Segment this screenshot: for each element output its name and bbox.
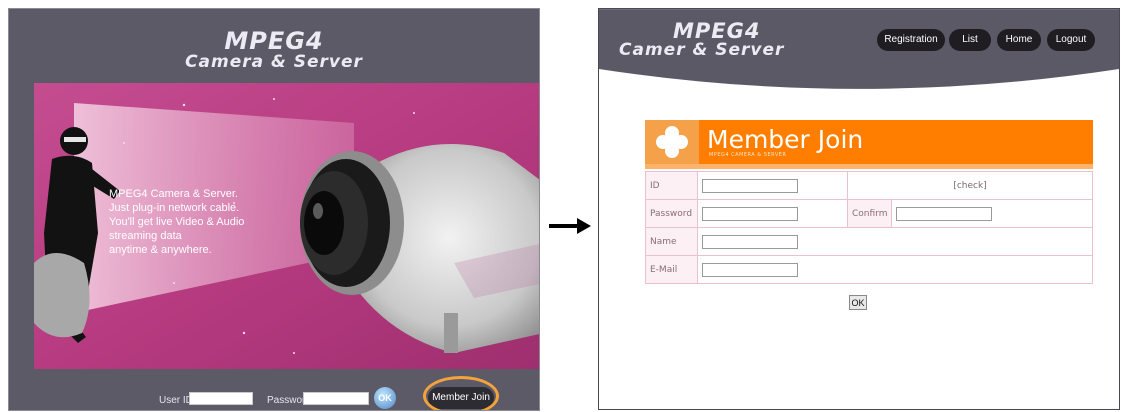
nav-home[interactable]: Home <box>997 29 1041 51</box>
form-row-id: ID [check] <box>645 171 1093 200</box>
tagline-line: anytime & anywhere. <box>109 244 212 256</box>
password-label: Password <box>645 199 698 228</box>
nav-registration[interactable]: Registration <box>877 29 945 51</box>
logo-line2: Camera & Server <box>185 52 363 72</box>
right-arrow-icon <box>549 218 591 234</box>
name-label: Name <box>645 227 698 256</box>
id-input[interactable] <box>702 178 798 193</box>
login-screen: MPEG4 Camera & Server MPEG4 Camera & Ser… <box>8 8 540 411</box>
app-logo: MPEG4 Camera & Server <box>9 29 539 71</box>
nav-logout[interactable]: Logout <box>1047 29 1095 51</box>
form-row-name: Name <box>645 227 1093 256</box>
user-id-input[interactable] <box>189 392 253 405</box>
member-join-banner: Member Join MPEG4 CAMERA & SERVER <box>645 120 1093 169</box>
banner-title: Member Join <box>707 125 864 154</box>
login-ok-button[interactable]: OK <box>374 387 396 409</box>
email-input[interactable] <box>702 262 798 277</box>
name-input[interactable] <box>702 234 798 249</box>
id-label: ID <box>645 171 698 200</box>
hero-banner: MPEG4 Camera & Server. Just plug-in netw… <box>34 83 539 369</box>
member-join-form: ID [check] Password Confirm Name E-Mail <box>645 171 1093 284</box>
tagline-line: Just plug-in network cable. <box>109 202 240 214</box>
banner-icon-box <box>645 120 699 164</box>
confirm-label: Confirm <box>846 199 893 228</box>
submit-ok-button[interactable]: OK <box>849 295 867 310</box>
tagline-line: You'll get live Video & Audio <box>109 216 245 228</box>
password-input[interactable] <box>702 206 798 221</box>
logo-line2: Camer & Server <box>619 40 785 60</box>
highlight-circle <box>423 376 499 410</box>
form-row-email: E-Mail <box>645 255 1093 284</box>
check-id-link[interactable]: [check] <box>847 171 1093 200</box>
logo-line1: MPEG4 <box>673 19 761 43</box>
member-join-screen: MPEG4 Camer & Server Registration List H… <box>598 8 1120 410</box>
hero-tagline: MPEG4 Camera & Server. Just plug-in netw… <box>109 187 244 257</box>
user-id-label: User ID <box>159 395 193 406</box>
plus-flower-icon <box>656 126 688 158</box>
nav-list[interactable]: List <box>949 29 991 51</box>
app-logo: MPEG4 Camer & Server <box>619 19 819 60</box>
tagline-line: MPEG4 Camera & Server. <box>109 188 238 200</box>
confirm-password-input[interactable] <box>896 206 993 221</box>
login-bar: User ID Password OK Member Join <box>9 376 539 410</box>
password-input[interactable] <box>303 392 369 405</box>
email-label: E-Mail <box>645 255 698 284</box>
banner-stripe <box>645 164 1093 169</box>
form-row-password: Password Confirm <box>645 199 1093 228</box>
banner-subtitle: MPEG4 CAMERA & SERVER <box>709 152 787 158</box>
logo-line1: MPEG4 <box>224 27 324 55</box>
tagline-line: streaming data <box>109 230 182 242</box>
